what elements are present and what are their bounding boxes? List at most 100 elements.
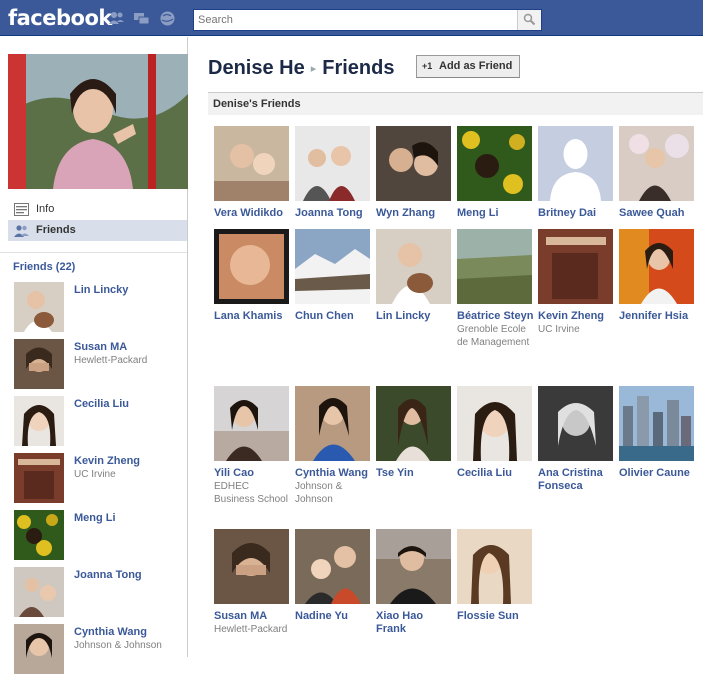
search-button[interactable] [517,10,541,30]
friend-name[interactable]: Yili Cao [214,467,292,480]
friend-card[interactable]: Britney Dai [538,126,616,220]
friend-card[interactable]: Nadine Yu [295,529,373,623]
friend-name[interactable]: Flossie Sun [457,610,535,623]
messages-icon[interactable] [133,10,150,27]
friend-card[interactable]: Kevin Zheng UC Irvine [538,229,616,336]
add-friend-button[interactable]: +1 Add as Friend [416,55,521,78]
friend-photo[interactable] [538,386,613,461]
facebook-logo[interactable]: facebook [8,6,112,30]
friend-network: UC Irvine [74,469,116,480]
friend-thumbnail[interactable] [14,624,64,674]
friend-photo[interactable] [214,126,289,201]
search-input[interactable] [194,10,516,30]
friend-name[interactable]: Susan MA [214,610,292,623]
friend-thumbnail[interactable] [14,282,64,332]
friend-photo[interactable] [619,126,694,201]
nav-friends[interactable]: Friends [8,220,187,241]
friend-card[interactable]: Tse Yin [376,386,454,480]
friend-card[interactable]: Xiao Hao Frank [376,529,454,636]
friend-card[interactable]: Joanna Tong [295,126,373,220]
friend-name[interactable]: Meng Li [457,207,535,220]
friend-photo[interactable] [214,529,289,604]
nav-info[interactable]: Info [8,199,187,220]
friend-name[interactable]: Vera Widikdo [214,207,292,220]
friend-name[interactable]: Cynthia Wang [295,467,373,480]
friend-thumbnail[interactable] [14,567,64,617]
friend-photo[interactable] [376,529,451,604]
friend-photo[interactable] [619,229,694,304]
friend-name[interactable]: Olivier Caune [619,467,697,480]
sidebar-friend[interactable]: Cynthia Wang Johnson & Johnson [14,624,188,681]
sidebar-friend[interactable]: Meng Li [14,510,188,567]
friend-name[interactable]: Joanna Tong [295,207,373,220]
friend-card[interactable]: Flossie Sun [457,529,535,623]
friend-card[interactable]: Chun Chen [295,229,373,323]
friend-name[interactable]: Tse Yin [376,467,454,480]
profile-picture[interactable] [8,54,188,189]
friend-photo[interactable] [538,229,613,304]
breadcrumb-profile[interactable]: Denise He [208,57,305,79]
friend-card[interactable]: Jennifer Hsia [619,229,697,323]
sidebar-friend[interactable]: Joanna Tong [14,567,188,624]
friend-photo[interactable] [295,229,370,304]
friend-name[interactable]: Britney Dai [538,207,616,220]
friend-name[interactable]: Chun Chen [295,310,373,323]
sidebar-friends-title[interactable]: Friends (22) [13,261,75,273]
friend-name[interactable]: Wyn Zhang [376,207,454,220]
friend-photo[interactable] [619,386,694,461]
friend-thumbnail[interactable] [14,396,64,446]
sidebar-friend[interactable]: Lin Lincky [14,282,188,339]
sidebar-friend[interactable]: Kevin Zheng UC Irvine [14,453,188,510]
friend-photo[interactable] [457,529,532,604]
friend-name[interactable]: Joanna Tong [74,569,142,581]
friend-photo[interactable] [457,386,532,461]
friend-name[interactable]: Nadine Yu [295,610,373,623]
friend-card[interactable]: Wyn Zhang [376,126,454,220]
friend-card[interactable]: Sawee Quah [619,126,697,220]
friend-name[interactable]: Cecilia Liu [457,467,535,480]
friend-card[interactable]: Cynthia Wang Johnson & Johnson [295,386,373,506]
friend-name[interactable]: Kevin Zheng [74,455,140,467]
sidebar-friend[interactable]: Cecilia Liu [14,396,188,453]
friend-photo[interactable] [457,229,532,304]
friend-photo[interactable] [376,229,451,304]
friend-thumbnail[interactable] [14,339,64,389]
friend-name[interactable]: Béatrice Steyn [457,310,535,323]
friend-name[interactable]: Lin Lincky [376,310,454,323]
friend-name[interactable]: Cynthia Wang [74,626,147,638]
friend-photo[interactable] [295,529,370,604]
friend-name[interactable]: Ana Cristina Fonseca [538,467,616,493]
friend-name[interactable]: Kevin Zheng [538,310,616,323]
friend-card[interactable]: Béatrice Steyn Grenoble Ecole de Managem… [457,229,535,349]
friend-card[interactable]: Ana Cristina Fonseca [538,386,616,493]
friend-photo[interactable] [376,386,451,461]
friend-name[interactable]: Xiao Hao Frank [376,610,454,636]
friend-card[interactable]: Meng Li [457,126,535,220]
sidebar-friend[interactable]: Susan MA Hewlett-Packard [14,339,188,396]
notifications-icon[interactable] [159,10,176,27]
friend-card[interactable]: Yili Cao EDHEC Business School [214,386,292,506]
friend-card[interactable]: Susan MA Hewlett-Packard [214,529,292,636]
friend-requests-icon[interactable] [108,10,125,27]
friend-photo[interactable] [295,126,370,201]
friend-name[interactable]: Cecilia Liu [74,398,129,410]
friend-card[interactable]: Vera Widikdo [214,126,292,220]
friend-name[interactable]: Susan MA [74,341,127,353]
friend-name[interactable]: Lin Lincky [74,284,128,296]
friend-photo[interactable] [538,126,613,201]
friend-thumbnail[interactable] [14,453,64,503]
friend-card[interactable]: Cecilia Liu [457,386,535,480]
friend-name[interactable]: Sawee Quah [619,207,697,220]
friend-card[interactable]: Lin Lincky [376,229,454,323]
friend-photo[interactable] [376,126,451,201]
friend-thumbnail[interactable] [14,510,64,560]
friend-card[interactable]: Olivier Caune [619,386,697,480]
friend-photo[interactable] [295,386,370,461]
friend-name[interactable]: Lana Khamis [214,310,292,323]
friend-photo[interactable] [214,386,289,461]
friend-name[interactable]: Meng Li [74,512,116,524]
friend-photo[interactable] [457,126,532,201]
friend-name[interactable]: Jennifer Hsia [619,310,697,323]
friend-card[interactable]: Lana Khamis [214,229,292,323]
friend-photo[interactable] [214,229,289,304]
